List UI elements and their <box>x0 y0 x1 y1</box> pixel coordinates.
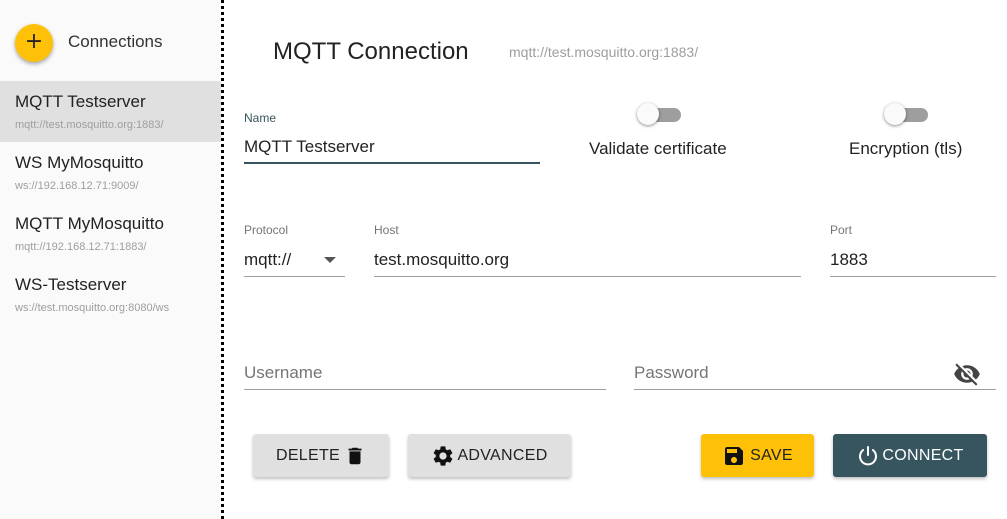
name-input[interactable]: MQTT Testserver <box>244 137 375 157</box>
connection-url: ws://192.168.12.71:9009/ <box>15 180 139 192</box>
password-underline <box>634 389 996 390</box>
add-connection-button[interactable]: + <box>15 24 53 62</box>
save-button-label: SAVE <box>750 446 793 464</box>
connection-name: WS-Testserver <box>15 275 127 294</box>
username-underline <box>244 389 606 390</box>
advanced-button-label: ADVANCED <box>457 446 548 464</box>
connections-sidebar: + Connections MQTT Testserver mqtt://tes… <box>0 0 221 519</box>
gear-icon <box>431 444 455 468</box>
validate-certificate-switch[interactable] <box>637 103 681 125</box>
page-url: mqtt://test.mosquitto.org:1883/ <box>509 44 699 60</box>
connect-button-label: CONNECT <box>882 446 964 464</box>
connection-url: ws://test.mosquitto.org:8080/ws <box>15 302 170 314</box>
sidebar-title: Connections <box>68 32 163 51</box>
validate-certificate-label: Validate certificate <box>589 139 727 158</box>
host-label: Host <box>374 223 399 237</box>
connection-item[interactable]: MQTT MyMosquitto mqtt://192.168.12.71:18… <box>0 203 221 264</box>
connection-item[interactable]: WS MyMosquitto ws://192.168.12.71:9009/ <box>0 142 221 203</box>
protocol-underline <box>244 276 345 277</box>
delete-button[interactable]: DELETE <box>253 434 389 477</box>
plus-icon: + <box>24 29 44 54</box>
switch-thumb <box>637 103 659 125</box>
connection-item[interactable]: WS-Testserver ws://test.mosquitto.org:80… <box>0 264 221 325</box>
sidebar-divider[interactable] <box>221 0 224 519</box>
save-button[interactable]: SAVE <box>701 434 814 477</box>
connection-url: mqtt://192.168.12.71:1883/ <box>15 241 147 253</box>
protocol-label: Protocol <box>244 223 289 237</box>
name-underline <box>244 162 540 164</box>
delete-button-label: DELETE <box>275 446 341 464</box>
encryption-switch[interactable] <box>884 103 928 125</box>
password-input[interactable]: Password <box>634 363 709 383</box>
floppy-disk-icon <box>722 444 746 468</box>
host-underline <box>374 276 801 277</box>
host-input[interactable]: test.mosquitto.org <box>374 250 509 270</box>
username-input[interactable]: Username <box>244 363 322 383</box>
advanced-button[interactable]: ADVANCED <box>408 434 571 477</box>
connection-name: WS MyMosquitto <box>15 153 144 172</box>
connection-url: mqtt://test.mosquitto.org:1883/ <box>15 119 164 131</box>
port-underline <box>830 276 996 277</box>
eye-off-icon[interactable] <box>953 360 981 388</box>
switch-thumb <box>884 103 906 125</box>
port-label: Port <box>830 223 853 237</box>
connection-item[interactable]: MQTT Testserver mqtt://test.mosquitto.or… <box>0 81 221 142</box>
port-input[interactable]: 1883 <box>830 250 868 270</box>
power-icon <box>856 444 880 468</box>
connection-name: MQTT Testserver <box>15 92 146 111</box>
name-label: Name <box>244 111 277 125</box>
connection-name: MQTT MyMosquitto <box>15 214 164 233</box>
trash-icon <box>344 444 366 468</box>
encryption-label: Encryption (tls) <box>849 139 963 158</box>
chevron-down-icon[interactable] <box>324 257 336 263</box>
protocol-select[interactable]: mqtt:// <box>244 250 291 270</box>
page-title: MQTT Connection <box>273 38 469 65</box>
connect-button[interactable]: CONNECT <box>833 434 987 477</box>
